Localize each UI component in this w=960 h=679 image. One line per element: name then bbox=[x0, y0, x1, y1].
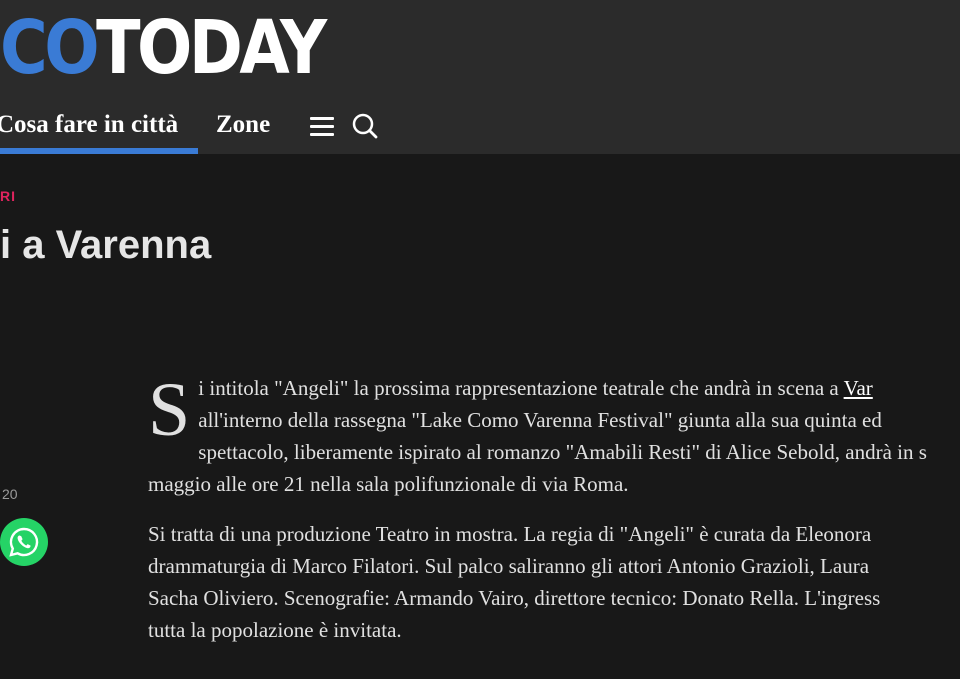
p1-line4: maggio alle ore 21 nella sala polifunzio… bbox=[148, 472, 629, 496]
hamburger-menu-icon[interactable] bbox=[308, 113, 336, 139]
p2-line4: tutta la popolazione è invitata. bbox=[148, 618, 402, 642]
nav-active-indicator bbox=[0, 148, 198, 154]
drop-cap: S bbox=[148, 368, 191, 452]
p1-line3: spettacolo, liberamente ispirato al roma… bbox=[198, 440, 927, 464]
varenna-link[interactable]: Var bbox=[844, 376, 873, 400]
logo-part-blue: CO bbox=[0, 5, 100, 91]
article-date: 20 bbox=[2, 486, 18, 502]
article-paragraph-2: Si tratta di una produzione Teatro in mo… bbox=[148, 518, 960, 646]
logo-part-white: TODAY bbox=[96, 5, 327, 91]
p2-line2: drammaturgia di Marco Filatori. Sul palc… bbox=[148, 554, 870, 578]
site-logo[interactable]: COTODAY bbox=[0, 5, 327, 91]
nav-item-cosa-fare[interactable]: Cosa fare in città bbox=[0, 108, 178, 142]
whatsapp-share-button[interactable] bbox=[0, 518, 48, 566]
article-body: Si intitola "Angeli" la prossima rappres… bbox=[148, 372, 960, 664]
article-category[interactable]: RI bbox=[0, 188, 16, 204]
p1-line2: all'interno della rassegna "Lake Como Va… bbox=[198, 408, 882, 432]
whatsapp-icon bbox=[9, 527, 39, 557]
search-icon[interactable] bbox=[351, 112, 379, 140]
p2-line1: Si tratta di una produzione Teatro in mo… bbox=[148, 522, 872, 546]
p2-line3: Sacha Oliviero. Scenografie: Armando Vai… bbox=[148, 586, 881, 610]
nav-item-zone[interactable]: Zone bbox=[216, 108, 270, 142]
article-title: i a Varenna bbox=[0, 223, 212, 267]
article-paragraph-1: Si intitola "Angeli" la prossima rappres… bbox=[148, 372, 960, 500]
p1-line1: i intitola "Angeli" la prossima rapprese… bbox=[198, 376, 844, 400]
